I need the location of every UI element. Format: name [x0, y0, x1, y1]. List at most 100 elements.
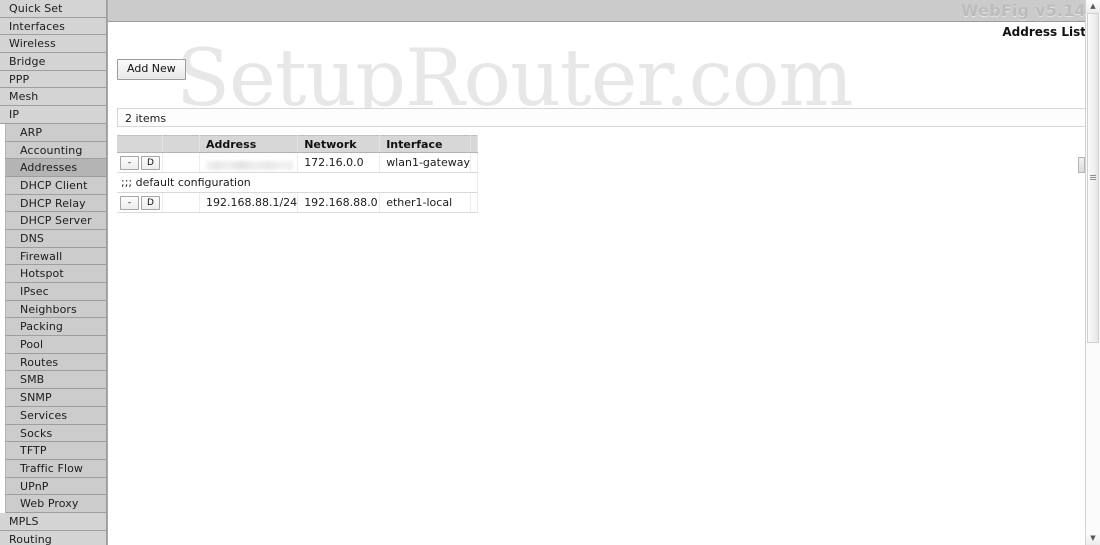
sidebar-item-ipsec[interactable]: IPsec: [5, 283, 107, 301]
sidebar-item-label: TFTP: [20, 444, 47, 458]
sidebar-item-mpls[interactable]: MPLS: [0, 512, 107, 531]
cell-network[interactable]: 192.168.88.0: [297, 192, 381, 213]
row-action-cell: -D: [117, 192, 163, 213]
sidebar-item-web-proxy[interactable]: Web Proxy: [5, 495, 107, 513]
sidebar-item-mesh[interactable]: Mesh: [0, 88, 107, 107]
add-new-button[interactable]: Add New: [117, 59, 186, 80]
sidebar-item-pool[interactable]: Pool: [5, 336, 107, 354]
sidebar-item-label: Addresses: [20, 161, 78, 175]
table-row[interactable]: - D 192.168.88.1/24 192.168.88.0 ether1-loca…: [117, 192, 478, 213]
sidebar-item-label: IP: [9, 108, 20, 122]
cell-interface[interactable]: wlan1-gateway: [379, 152, 471, 173]
sidebar-item-arp[interactable]: ARP: [5, 123, 107, 142]
sidebar-item-socks[interactable]: Socks: [5, 424, 107, 443]
sidebar-item-ppp[interactable]: PPP: [0, 70, 107, 89]
scrollbar-grip-icon: [1090, 174, 1096, 182]
address-list-table: Address Network Interface - D 172.16.0.0 wl…: [117, 135, 478, 213]
sidebar-item-label: Firewall: [20, 249, 63, 263]
disable-row-button[interactable]: -: [120, 156, 139, 170]
toolbar: Add New: [117, 59, 186, 80]
sidebar-item-label: Neighbors: [20, 302, 77, 316]
sidebar-item-label: Pool: [20, 338, 44, 352]
sidebar-item-label: Accounting: [20, 143, 83, 157]
sidebar-item-wireless[interactable]: Wireless: [0, 35, 107, 54]
sidebar-item-label: DHCP Client: [20, 178, 88, 192]
sidebar-item-ip[interactable]: IP: [0, 106, 107, 124]
sidebar-item-label: UPnP: [20, 479, 49, 493]
column-header-spacer: [470, 135, 478, 153]
app-brand-label: WebFig v5.14: [960, 1, 1086, 20]
sidebar-item-neighbors[interactable]: Neighbors: [5, 300, 107, 319]
cell-address[interactable]: 192.168.88.1/24: [199, 192, 299, 213]
sidebar-item-smb[interactable]: SMB: [5, 371, 107, 390]
sidebar-item-upnp[interactable]: UPnP: [5, 477, 107, 496]
table-comment-row[interactable]: ;;; default configuration: [117, 172, 478, 193]
sidebar-item-snmp[interactable]: SNMP: [5, 389, 107, 407]
disable-row-button[interactable]: -: [120, 196, 139, 210]
table-row[interactable]: - D 172.16.0.0 wlan1-gateway: [117, 152, 478, 173]
main-panel: WebFig v5.14 Address List SetupRouter.co…: [108, 0, 1100, 545]
column-header-address[interactable]: Address: [199, 135, 299, 153]
sidebar-navigation: Quick Set Interfaces Wireless Bridge PPP Mesh…: [0, 0, 108, 545]
sidebar-item-label: Packing: [20, 320, 64, 334]
scrollbar-thumb[interactable]: [1087, 13, 1099, 343]
column-header-network[interactable]: Network: [297, 135, 381, 153]
row-flag-cell: [162, 192, 200, 213]
title-bar: [108, 0, 1100, 22]
sidebar-item-services[interactable]: Services: [5, 406, 107, 425]
scrollbar-track[interactable]: [1086, 13, 1100, 532]
sidebar-item-dns[interactable]: DNS: [5, 229, 107, 248]
scroll-down-arrow-icon[interactable]: ▼: [1086, 532, 1100, 545]
sidebar-item-quick-set[interactable]: Quick Set: [0, 0, 107, 18]
sidebar-item-label: MPLS: [9, 514, 39, 528]
item-count-bar: 2 items: [117, 108, 1086, 127]
content-area: Add New 2 items Address Network Interfac…: [108, 22, 1100, 545]
sidebar-item-accounting[interactable]: Accounting: [5, 141, 107, 160]
cell-spacer: [470, 152, 478, 173]
sidebar-item-label: Traffic Flow: [20, 461, 84, 475]
sidebar-item-routes[interactable]: Routes: [5, 353, 107, 372]
sidebar-item-label: PPP: [9, 72, 30, 86]
sidebar-item-interfaces[interactable]: Interfaces: [0, 17, 107, 36]
sidebar-item-firewall[interactable]: Firewall: [5, 247, 107, 266]
table-body: - D 172.16.0.0 wlan1-gateway;;; default con…: [117, 152, 478, 213]
sidebar-item-dhcp-relay[interactable]: DHCP Relay: [5, 194, 107, 213]
vertical-scrollbar[interactable]: ▲ ▼: [1085, 0, 1100, 545]
sidebar-item-bridge[interactable]: Bridge: [0, 53, 107, 71]
cell-interface[interactable]: ether1-local: [379, 192, 471, 213]
panel-resize-handle[interactable]: [1078, 157, 1085, 173]
column-header-interface[interactable]: Interface: [379, 135, 471, 153]
sidebar-item-label: SMB: [20, 373, 45, 387]
sidebar-item-hotspot[interactable]: Hotspot: [5, 265, 107, 283]
cell-address[interactable]: [199, 152, 299, 173]
sidebar-item-label: Interfaces: [9, 19, 65, 33]
comment-row-button[interactable]: D: [141, 196, 160, 210]
scroll-up-arrow-icon[interactable]: ▲: [1086, 0, 1100, 13]
sidebar-item-label: Web Proxy: [20, 497, 79, 511]
table-header: Address Network Interface: [117, 135, 478, 153]
sidebar-item-addresses[interactable]: Addresses: [5, 159, 107, 177]
sidebar-item-label: Wireless: [9, 37, 56, 51]
sidebar-item-packing[interactable]: Packing: [5, 318, 107, 337]
sidebar-item-label: ARP: [20, 125, 43, 139]
sidebar-item-label: Quick Set: [9, 2, 63, 15]
sidebar-item-dhcp-client[interactable]: DHCP Client: [5, 176, 107, 195]
column-header-actions[interactable]: [117, 135, 163, 153]
cell-network[interactable]: 172.16.0.0: [297, 152, 381, 173]
sidebar-item-label: Socks: [20, 426, 53, 440]
sidebar-item-label: Routes: [20, 355, 59, 369]
sidebar-item-label: Bridge: [9, 55, 46, 69]
row-action-cell: -D: [117, 152, 163, 173]
sidebar-item-label: Hotspot: [20, 267, 64, 281]
column-header-flags[interactable]: [162, 135, 200, 153]
sidebar-item-label: DNS: [20, 231, 44, 245]
webfig-app: Quick Set Interfaces Wireless Bridge PPP Mesh…: [0, 0, 1100, 545]
sidebar-item-dhcp-server[interactable]: DHCP Server: [5, 212, 107, 230]
row-flag-cell: [162, 152, 200, 173]
redacted-address-blur: [206, 160, 294, 170]
sidebar-item-label: Mesh: [9, 90, 39, 104]
sidebar-item-tftp[interactable]: TFTP: [5, 442, 107, 460]
comment-row-button[interactable]: D: [141, 156, 160, 170]
sidebar-item-traffic-flow[interactable]: Traffic Flow: [5, 459, 107, 478]
sidebar-item-routing[interactable]: Routing: [0, 530, 107, 545]
